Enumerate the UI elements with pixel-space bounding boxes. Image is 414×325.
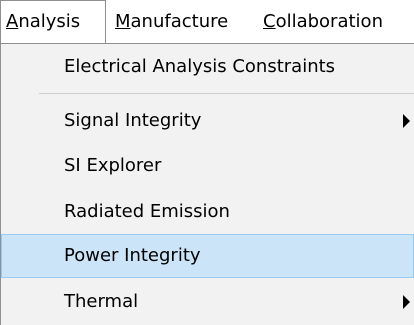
menu-item-electrical-analysis-constraints[interactable]: Electrical Analysis Constraints <box>1 45 414 89</box>
menu-item-radiated-emission[interactable]: Radiated Emission <box>1 190 414 234</box>
menu-item-label: Signal Integrity <box>64 110 202 131</box>
menu-item-signal-integrity[interactable]: Signal Integrity <box>1 99 414 143</box>
menu-item-label: Electrical Analysis Constraints <box>64 56 336 77</box>
menu-screen: Analysis Manufacture Collaboration Elect… <box>0 0 414 325</box>
menu-bar: Analysis Manufacture Collaboration <box>0 0 414 44</box>
menu-item-power-integrity[interactable]: Power Integrity <box>1 234 414 278</box>
menu-item-si-explorer[interactable]: SI Explorer <box>1 144 414 188</box>
chevron-right-icon <box>403 114 410 128</box>
menu-manufacture-label: anufacture <box>130 11 229 32</box>
menu-analysis-label: nalysis <box>18 11 81 32</box>
analysis-dropdown-menu: Electrical Analysis Constraints Signal I… <box>0 43 414 325</box>
menu-item-thermal[interactable]: Thermal <box>1 280 414 324</box>
menu-manufacture[interactable]: Manufacture <box>115 0 255 44</box>
chevron-right-icon <box>403 295 410 309</box>
menu-analysis[interactable]: Analysis <box>0 0 106 44</box>
menu-manufacture-mnemonic: M <box>115 11 131 32</box>
menu-item-label: Thermal <box>64 291 139 312</box>
menu-item-label: SI Explorer <box>64 155 162 176</box>
menu-item-label: Radiated Emission <box>64 201 230 222</box>
menu-item-label: Power Integrity <box>64 245 201 266</box>
menu-collaboration[interactable]: Collaboration <box>263 0 414 44</box>
menu-analysis-mnemonic: A <box>6 11 19 32</box>
menu-separator <box>39 93 414 94</box>
menu-collaboration-label: ollaboration <box>275 11 383 32</box>
menu-collaboration-mnemonic: C <box>263 11 276 32</box>
